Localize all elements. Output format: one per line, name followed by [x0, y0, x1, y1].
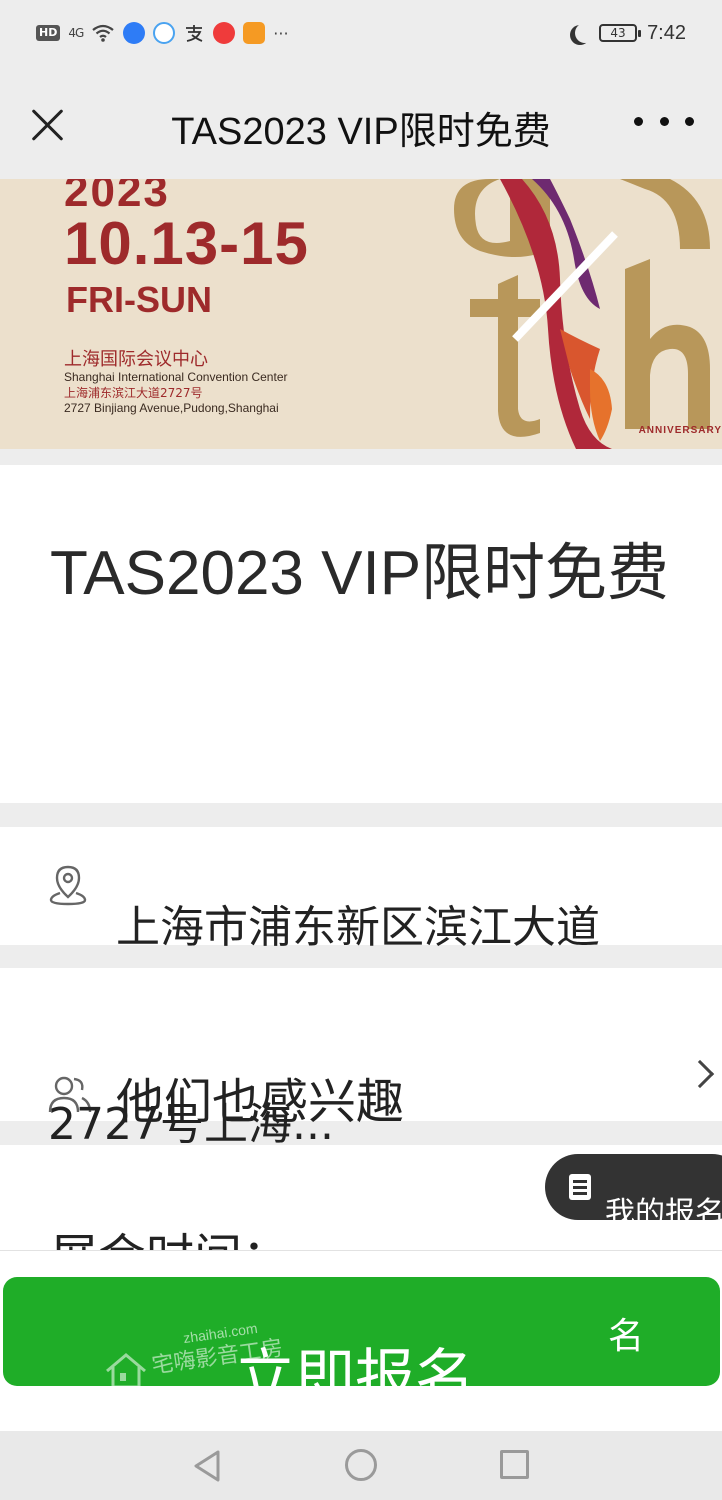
address-text-overflow: 2727号上海...: [48, 1099, 334, 1150]
event-title: TAS2023 VIP限时免费: [50, 539, 670, 608]
location-pin-icon: [49, 865, 87, 906]
browser-app-icon: [123, 22, 146, 44]
signup-extra-label: 名: [608, 1316, 645, 1357]
more-notifications-icon: ···: [273, 23, 289, 43]
list-icon: [569, 1174, 591, 1200]
home-icon[interactable]: [345, 1449, 377, 1481]
clock: 7:42: [647, 21, 686, 44]
dot-icon: [685, 116, 694, 126]
address-text: 上海市浦东新区滨江大道: [116, 902, 600, 953]
anniversary-artwork: [454, 179, 710, 449]
banner-address-cn: 上海浦东滨江大道2727号: [64, 386, 203, 400]
page-title: TAS2023 VIP限时免费: [171, 111, 551, 153]
event-banner: 2023 10.13-15 FRI-SUN 上海国际会议中心 Shanghai …: [0, 179, 722, 449]
chevron-right-icon: [685, 1059, 715, 1089]
my-registration-button[interactable]: 我的报名: [545, 1154, 722, 1220]
search-app-icon: [213, 22, 236, 44]
watermark-house-icon: [106, 1353, 146, 1386]
banner-dates: 10.13-15: [64, 210, 309, 277]
banner-days: FRI-SUN: [66, 279, 212, 320]
hd-badge: HD: [36, 25, 61, 41]
more-options-button[interactable]: [634, 106, 694, 136]
battery-icon: 43: [599, 24, 642, 42]
event-time-label: 展会时间：: [50, 1217, 290, 1250]
dot-icon: [659, 116, 669, 126]
bottom-action-bar: zhaihai.com 宅嗨影音工房 立即报名 名: [0, 1250, 722, 1431]
address-row[interactable]: 上海市浦东新区滨江大道: [0, 827, 722, 953]
system-nav-bar: [0, 1431, 722, 1500]
signup-button[interactable]: zhaihai.com 宅嗨影音工房 立即报名 名: [3, 1277, 720, 1386]
status-left: HD 4G ···: [36, 18, 289, 48]
status-right: 43 7:42: [569, 18, 686, 48]
cloud-app-icon: [153, 22, 176, 44]
banner-venue-cn: 上海国际会议中心: [64, 349, 208, 370]
back-icon[interactable]: [192, 1449, 222, 1483]
banner-anniversary: ANNIVERSARY: [638, 425, 722, 436]
signal-icon: 4G: [68, 26, 84, 40]
recent-apps-icon[interactable]: [500, 1450, 529, 1479]
video-app-icon: [243, 22, 266, 44]
wifi-icon: [92, 24, 114, 42]
banner-venue-en: Shanghai International Convention Center: [64, 370, 288, 384]
my-registration-label: 我的报名: [605, 1196, 722, 1220]
top-nav: TAS2023 VIP限时免费: [0, 66, 722, 179]
alipay-icon: [186, 25, 203, 42]
event-title-section: TAS2023 VIP限时免费: [0, 465, 722, 803]
banner-address-en: 2727 Binjiang Avenue,Pudong,Shanghai: [64, 401, 279, 415]
status-bar: HD 4G ··· 43 7:42: [0, 0, 722, 66]
moon-icon: [575, 23, 595, 43]
dot-icon: [634, 116, 643, 126]
signup-label: 立即报名: [235, 1343, 475, 1386]
close-icon[interactable]: [28, 104, 68, 144]
